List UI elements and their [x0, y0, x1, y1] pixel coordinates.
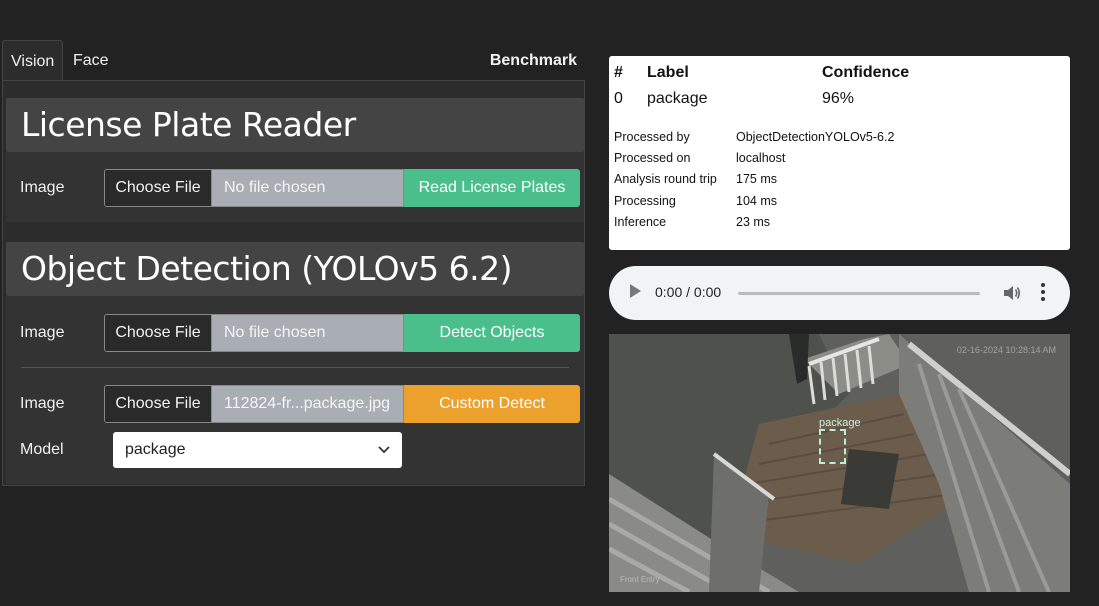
meta-label-round-trip: Analysis round trip: [614, 172, 717, 186]
custom-file-input[interactable]: Choose File 112824-fr...package.jpg: [104, 385, 404, 423]
custom-file-name: 112824-fr...package.jpg: [212, 386, 403, 422]
lpr-file-name: No file chosen: [212, 170, 403, 206]
lpr-choose-file-button[interactable]: Choose File: [105, 170, 212, 206]
model-select[interactable]: package: [113, 432, 402, 468]
od-choose-file-button[interactable]: Choose File: [105, 315, 212, 351]
results-header-confidence: Confidence: [822, 64, 910, 81]
results-card: # Label Confidence 0 package 96% Process…: [609, 56, 1070, 250]
results-header-label: Label: [647, 64, 689, 81]
lpr-header: License Plate Reader: [6, 98, 584, 152]
section-divider: [21, 367, 569, 368]
results-header-index: #: [614, 64, 623, 81]
read-license-plates-button[interactable]: Read License Plates: [404, 169, 580, 207]
meta-value-processed-on: localhost: [736, 151, 786, 165]
lpr-file-input[interactable]: Choose File No file chosen: [104, 169, 404, 207]
result-label: package: [647, 90, 708, 107]
detect-objects-button[interactable]: Detect Objects: [404, 314, 580, 352]
lpr-image-label: Image: [20, 179, 65, 196]
meta-value-inference: 23 ms: [736, 215, 771, 229]
play-icon[interactable]: [630, 284, 641, 298]
volume-icon[interactable]: [1003, 285, 1021, 301]
od-image-label: Image: [20, 324, 65, 341]
tab-vision[interactable]: Vision: [2, 40, 64, 81]
meta-label-processed-by: Processed by: [614, 130, 690, 144]
od-title: Object Detection (YOLOv5 6.2): [21, 249, 513, 288]
lpr-body: Image Choose File No file chosen Read Li…: [6, 152, 584, 222]
result-index: 0: [614, 90, 623, 107]
vision-panel: License Plate Reader Image Choose File N…: [2, 80, 585, 486]
more-options-icon[interactable]: [1040, 283, 1046, 303]
meta-value-processed-by: ObjectDetectionYOLOv5-6.2: [736, 130, 895, 144]
od-body: Image Choose File No file chosen Detect …: [6, 296, 584, 484]
lpr-title: License Plate Reader: [21, 105, 356, 144]
custom-detect-button[interactable]: Custom Detect: [404, 385, 580, 423]
meta-label-processing: Processing: [614, 194, 676, 208]
custom-image-label: Image: [20, 395, 65, 412]
model-select-value: package: [125, 441, 186, 458]
custom-choose-file-button[interactable]: Choose File: [105, 386, 212, 422]
audio-time: 0:00 / 0:00: [655, 284, 722, 300]
audio-player: 0:00 / 0:00: [609, 266, 1070, 320]
meta-value-round-trip: 175 ms: [736, 172, 777, 186]
camera-name: Front Entry: [620, 575, 660, 584]
detection-image: 02-16-2024 10:28:14 AM Front Entry packa…: [609, 334, 1070, 592]
od-header: Object Detection (YOLOv5 6.2): [6, 242, 584, 296]
tab-bar: Vision Face Benchmark: [2, 40, 585, 81]
audio-progress-track[interactable]: [738, 292, 980, 295]
detection-bounding-box: [819, 429, 846, 464]
od-file-name: No file chosen: [212, 315, 403, 351]
meta-label-inference: Inference: [614, 215, 667, 229]
chevron-down-icon: [378, 432, 390, 481]
od-file-input[interactable]: Choose File No file chosen: [104, 314, 404, 352]
tab-benchmark[interactable]: Benchmark: [482, 40, 585, 81]
meta-value-processing: 104 ms: [736, 194, 777, 208]
camera-timestamp: 02-16-2024 10:28:14 AM: [956, 345, 1056, 355]
result-confidence: 96%: [822, 90, 855, 107]
model-label: Model: [20, 441, 64, 458]
tab-face[interactable]: Face: [65, 40, 117, 81]
meta-label-processed-on: Processed on: [614, 151, 691, 165]
detection-label: package: [819, 417, 861, 429]
